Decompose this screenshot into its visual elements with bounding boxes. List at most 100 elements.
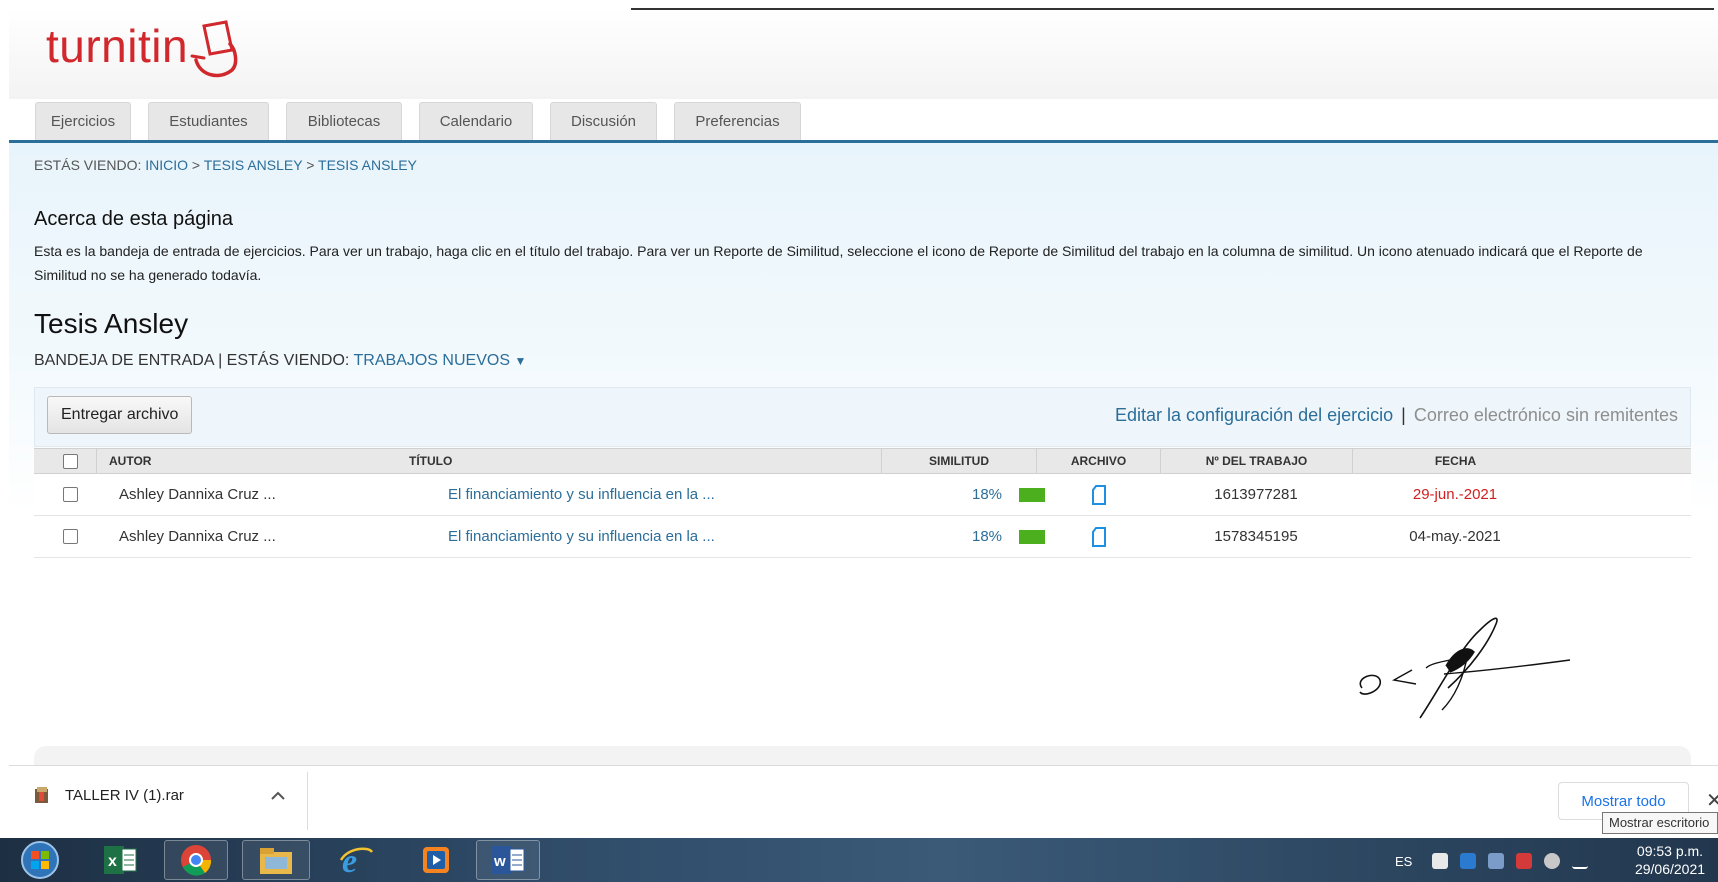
inbox-status-line: BANDEJA DE ENTRADA | ESTÁS VIENDO: TRABA…	[34, 352, 526, 370]
row-select	[63, 516, 78, 557]
download-item[interactable]: TALLER IV (1).rar	[34, 786, 184, 804]
svg-text:w: w	[493, 853, 506, 870]
tab-preferencias[interactable]: Preferencias	[674, 102, 801, 140]
logo-wordmark: turnitin	[46, 20, 189, 72]
main-tabs: Ejercicios Estudiantes Bibliotecas Calen…	[35, 102, 818, 140]
breadcrumb-item-assignment[interactable]: TESIS ANSLEY	[318, 157, 417, 173]
header-date[interactable]: FECHA	[1352, 449, 1558, 473]
footer-panel	[34, 746, 1691, 766]
breadcrumb-prefix: ESTÁS VIENDO:	[34, 157, 142, 173]
chevron-up-icon[interactable]	[271, 788, 285, 806]
internet-explorer-icon[interactable]: e	[330, 840, 382, 880]
tab-bibliotecas[interactable]: Bibliotecas	[286, 102, 402, 140]
header-file: ARCHIVO	[1036, 449, 1160, 473]
row-checkbox[interactable]	[63, 487, 78, 502]
download-file-name: TALLER IV (1).rar	[65, 786, 184, 804]
network-users-icon[interactable]	[1488, 853, 1505, 869]
row-similarity[interactable]: 18%	[972, 516, 1046, 557]
row-paper-id: 1613977281	[1214, 486, 1298, 503]
file-download-icon	[1092, 484, 1106, 505]
file-download-icon	[1092, 526, 1106, 547]
clock-time: 09:53 p.m.	[1636, 843, 1704, 859]
row-file[interactable]	[1091, 516, 1107, 557]
table-row: Ashley Dannixa Cruz ... El financiamient…	[34, 474, 1691, 516]
rar-archive-icon	[35, 787, 48, 803]
row-checkbox[interactable]	[63, 529, 78, 544]
start-orb-icon[interactable]	[16, 840, 64, 880]
clock-date: 29/06/2021	[1634, 861, 1706, 877]
row-author: Ashley Dannixa Cruz ...	[119, 486, 276, 503]
header-author[interactable]: AUTOR	[96, 449, 151, 473]
viewing-filter-dropdown[interactable]: TRABAJOS NUEVOS ▼	[354, 352, 527, 369]
tab-discusion[interactable]: Discusión	[550, 102, 657, 140]
header-top-line	[631, 8, 1714, 10]
table-header: AUTOR TÍTULO SIMILITUD ARCHIVO Nº DEL TR…	[34, 448, 1691, 474]
language-indicator[interactable]: ES	[1395, 854, 1412, 869]
header-paper-id[interactable]: Nº DEL TRABAJO	[1160, 449, 1352, 473]
system-tray: ES	[1395, 846, 1589, 876]
row-title-link[interactable]: El financiamiento y su influencia en la …	[448, 516, 715, 557]
row-title-link[interactable]: El financiamiento y su influencia en la …	[448, 474, 715, 515]
header-similarity[interactable]: SIMILITUD	[881, 449, 1036, 473]
row-file[interactable]	[1091, 474, 1107, 515]
caret-down-icon: ▼	[514, 354, 527, 368]
turnitin-logo[interactable]: turnitin	[46, 18, 240, 82]
handwritten-signature	[1359, 617, 1571, 719]
breadcrumb-item-home[interactable]: INICIO	[145, 157, 188, 173]
toolbar-separator: |	[1401, 405, 1406, 425]
submit-file-button[interactable]: Entregar archivo	[47, 396, 193, 434]
svg-text:e: e	[342, 843, 357, 878]
row-similarity[interactable]: 18%	[972, 474, 1046, 515]
security-shield-icon[interactable]	[1460, 853, 1477, 869]
tab-estudiantes[interactable]: Estudiantes	[148, 102, 269, 140]
select-all-checkbox[interactable]	[63, 453, 78, 469]
row-select	[63, 474, 78, 515]
signal-strength-icon[interactable]	[1572, 853, 1589, 869]
windows-taskbar: x e w ES 09:53 p.m. 29/06/2021	[0, 838, 1718, 882]
show-desktop-tooltip: Mostrar escritorio	[1602, 812, 1718, 834]
breadcrumb-item-class[interactable]: TESIS ANSLEY	[204, 157, 303, 173]
similarity-percent: 18%	[972, 486, 1003, 503]
about-description: Esta es la bandeja de entrada de ejercic…	[34, 243, 1643, 283]
edit-settings-link[interactable]: Editar la configuración del ejercicio	[1115, 405, 1393, 425]
row-date: 29-jun.-2021	[1412, 486, 1498, 503]
breadcrumb: ESTÁS VIENDO: INICIO > TESIS ANSLEY > TE…	[34, 157, 417, 173]
submissions-table: AUTOR TÍTULO SIMILITUD ARCHIVO Nº DEL TR…	[34, 448, 1691, 558]
row-author: Ashley Dannixa Cruz ...	[119, 528, 276, 545]
media-player-icon[interactable]	[410, 840, 462, 880]
inbox-toolbar: Entregar archivo Editar la configuración…	[34, 387, 1691, 447]
download-bar: TALLER IV (1).rar Mostrar todo ✕	[9, 765, 1718, 835]
system-clock[interactable]: 09:53 p.m. 29/06/2021	[1625, 842, 1715, 878]
excel-icon[interactable]: x	[94, 840, 146, 880]
email-non-submitters-link[interactable]: Correo electrónico sin remitentes	[1414, 405, 1678, 425]
viewing-filter-value: TRABAJOS NUEVOS	[353, 352, 510, 369]
tab-calendario[interactable]: Calendario	[419, 102, 533, 140]
download-divider	[307, 772, 308, 830]
similarity-bar	[1019, 529, 1046, 544]
row-paper-id: 1578345195	[1214, 528, 1298, 545]
file-explorer-icon[interactable]	[242, 840, 310, 880]
similarity-percent: 18%	[972, 528, 1003, 545]
about-heading: Acerca de esta página	[34, 208, 234, 230]
action-center-flag-icon[interactable]	[1516, 853, 1533, 869]
table-row: Ashley Dannixa Cruz ... El financiamient…	[34, 516, 1691, 558]
page-header	[9, 9, 1718, 99]
inbox-label: BANDEJA DE ENTRADA	[34, 352, 214, 369]
volume-icon[interactable]	[1544, 853, 1561, 869]
power-plug-icon[interactable]	[1432, 853, 1449, 869]
page-title: Tesis Ansley	[34, 308, 189, 339]
word-icon[interactable]: w	[476, 840, 540, 880]
header-title[interactable]: TÍTULO	[409, 449, 452, 473]
close-icon[interactable]: ✕	[1706, 788, 1718, 813]
turnitin-logo-icon	[190, 20, 238, 78]
viewing-label: | ESTÁS VIENDO:	[218, 352, 350, 369]
breadcrumb-separator: >	[191, 157, 201, 173]
chrome-icon[interactable]	[164, 840, 228, 880]
row-date: 04-may.-2021	[1409, 528, 1501, 545]
toolbar-links: Editar la configuración del ejercicio | …	[1115, 405, 1678, 426]
similarity-bar	[1019, 487, 1046, 502]
svg-text:x: x	[108, 853, 117, 870]
breadcrumb-separator: >	[306, 157, 315, 173]
header-select-all	[63, 449, 78, 473]
tab-ejercicios[interactable]: Ejercicios	[35, 102, 131, 140]
